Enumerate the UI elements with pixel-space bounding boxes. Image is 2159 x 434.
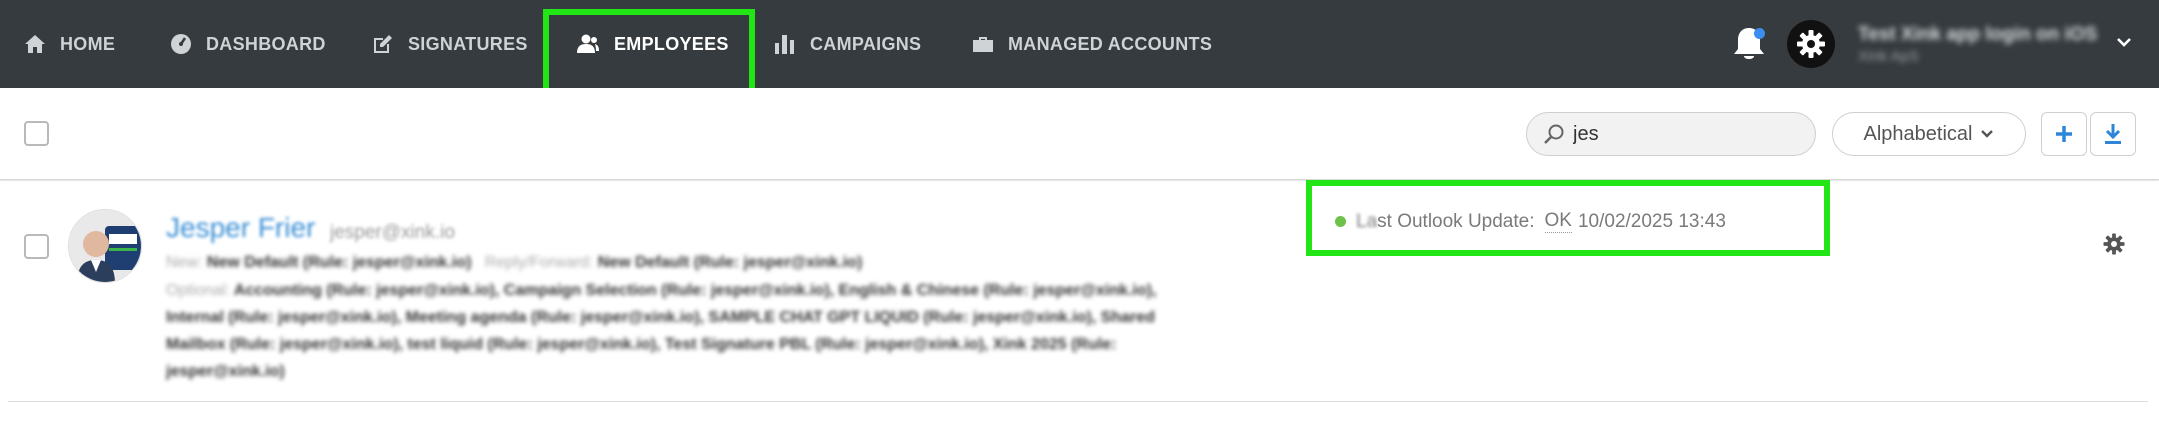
settings-button[interactable] (1787, 20, 1835, 68)
notification-badge (1754, 28, 1765, 39)
nav-home[interactable]: HOME (24, 0, 115, 88)
row-checkbox[interactable] (24, 234, 49, 259)
employee-list (0, 181, 2159, 434)
search-box[interactable] (1526, 112, 1816, 156)
download-icon (2105, 124, 2121, 144)
new-value: New Default (Rule: jesper@xink.io) (206, 254, 472, 271)
optional-label: Optional: (166, 282, 231, 299)
nav-campaigns[interactable]: CAMPAIGNS (774, 0, 921, 88)
nav-campaigns-label: CAMPAIGNS (810, 33, 922, 54)
reply-forward-value: New Default (Rule: jesper@xink.io) (597, 254, 863, 271)
edit-icon (374, 35, 392, 53)
reply-forward-label: Reply/Forward: (484, 254, 594, 271)
plus-icon (2056, 126, 2072, 142)
avatar (68, 209, 142, 283)
briefcase-icon (973, 37, 993, 52)
nav-signatures-label: SIGNATURES (408, 33, 528, 54)
nav-home-label: HOME (60, 33, 116, 54)
avatar-image (69, 210, 141, 282)
dashboard-icon (171, 34, 191, 54)
bar-chart-icon (775, 35, 794, 54)
home-icon (25, 35, 45, 53)
search-input[interactable] (1573, 122, 1793, 146)
nav-dashboard[interactable]: DASHBOARD (170, 0, 326, 88)
nav-managed-accounts-label: MANAGED ACCOUNTS (1008, 33, 1213, 54)
sort-dropdown[interactable]: Alphabetical (1832, 112, 2026, 156)
nav-signatures[interactable]: SIGNATURES (372, 0, 528, 88)
gear-icon (1797, 30, 1825, 58)
row-gear-icon[interactable] (2102, 232, 2126, 256)
signature-optional-line-4: jesper@xink.io) (166, 363, 285, 380)
signature-optional-line-1: Optional: Accounting (Rule: jesper@xink.… (166, 282, 1156, 300)
select-all-checkbox[interactable] (24, 121, 49, 146)
nav-managed-accounts[interactable]: MANAGED ACCOUNTS (972, 0, 1212, 88)
chevron-down-icon (1981, 130, 1994, 138)
highlight-box-status (1306, 180, 1830, 256)
search-icon (1544, 124, 1564, 144)
sort-label: Alphabetical (1863, 122, 1973, 145)
signature-new-line: New: New Default (Rule: jesper@xink.io) … (166, 254, 862, 272)
employee-name[interactable]: Jesper Frier (166, 212, 315, 244)
chevron-down-icon[interactable] (2116, 36, 2132, 48)
add-employee-button[interactable] (2041, 112, 2087, 156)
optional-value-1: Accounting (Rule: jesper@xink.io), Campa… (233, 282, 1157, 299)
row-divider (8, 401, 2148, 402)
signature-optional-line-3: Mailbox (Rule: jesper@xink.io), test liq… (166, 336, 1117, 353)
employee-email: jesper@xink.io (330, 222, 455, 243)
signature-optional-line-2: Internal (Rule: jesper@xink.io), Meeting… (166, 309, 1155, 326)
user-company: Xink ApS (1858, 48, 1919, 65)
download-button[interactable] (2090, 112, 2136, 156)
nav-dashboard-label: DASHBOARD (206, 33, 326, 54)
user-name[interactable]: Test Xink app login on iOS (1858, 24, 2097, 46)
new-label: New: (166, 254, 203, 271)
